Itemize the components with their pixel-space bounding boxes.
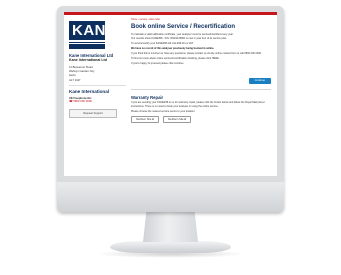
company-subtitle: Kane International Ltd [69, 58, 107, 62]
main-content: Home › service › start order Book online… [131, 18, 271, 124]
info-paragraph: To find out more about online service/re… [131, 57, 220, 61]
breadcrumb[interactable]: Home › service › start order [131, 18, 271, 21]
monitor-chin [57, 182, 284, 212]
region-buttons: Northern Site ⧉ Southern Site ⧉ [131, 116, 271, 124]
warranty-paragraph: Please choose the nearest service centre… [131, 109, 196, 113]
page-title: Book online Service / Recertification [131, 24, 236, 30]
continue-row: Continue [131, 68, 271, 86]
info-paragraph: We have no record of this analyser previ… [131, 47, 215, 51]
top-accent-bar [64, 12, 277, 15]
address-line: AL7 1GP [69, 77, 81, 82]
logo-stripe [69, 43, 105, 44]
logo-text: KANE [72, 22, 117, 39]
logo-stripe [69, 40, 105, 42]
monitor-stand [143, 212, 198, 242]
sidebar: KANE Kane International Ltd Kane Interna… [69, 21, 126, 118]
warranty-paragraph: If you are sending your KANE458 to us fo… [131, 101, 265, 108]
monitor: KANE Kane International Ltd Kane Interna… [57, 6, 284, 212]
info-paragraph: To maintain a valid calibration certific… [131, 32, 234, 36]
northern-site-button[interactable]: Northern Site ⧉ [131, 116, 159, 124]
info-paragraph: If you're happy to proceed please click … [131, 61, 184, 65]
info-paragraph: Our records show KANE458 - S/N: 00021133… [131, 37, 227, 41]
brand-name: Kane International [69, 88, 110, 94]
info-paragraph: To service/certify your KANE458 will cos… [131, 42, 194, 46]
continue-button[interactable]: Continue [248, 78, 271, 84]
request-support-button[interactable]: Request Support [69, 108, 117, 118]
sidebar-divider [69, 84, 126, 86]
section-divider [131, 89, 271, 90]
kane-logo[interactable]: KANE [69, 21, 116, 49]
info-paragraph: If you think this is incorrect or have a… [131, 52, 262, 56]
screen: KANE Kane International Ltd Kane Interna… [64, 12, 277, 176]
warranty-title: Warranty Repair [131, 94, 164, 100]
monitor-base [110, 241, 231, 253]
phone-link[interactable]: ☎ 0800 000 0000 [69, 100, 126, 104]
southern-site-button[interactable]: Southern Site ⧉ [162, 116, 192, 124]
